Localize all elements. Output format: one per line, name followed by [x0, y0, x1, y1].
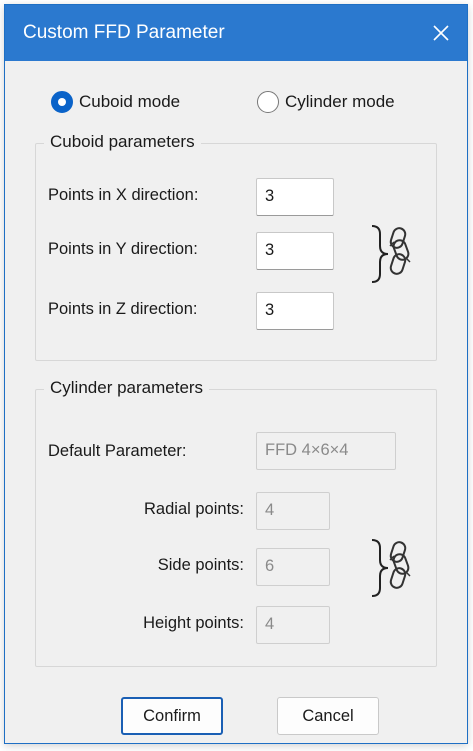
title-bar[interactable]: Custom FFD Parameter [5, 5, 467, 61]
cancel-button[interactable]: Cancel [277, 697, 379, 735]
cuboid-radio-indicator[interactable] [51, 91, 73, 113]
confirm-button[interactable]: Confirm [121, 697, 223, 735]
y-direction-input[interactable]: 3 [256, 232, 334, 270]
cylinder-radio-indicator[interactable] [257, 91, 279, 113]
z-direction-input[interactable]: 3 [256, 292, 334, 330]
cylinder-mode-radio[interactable]: Cylinder mode [257, 91, 395, 113]
cylinder-parameters-group: Cylinder parameters Default Parameter: F… [35, 378, 437, 667]
cylinder-group-title: Cylinder parameters [44, 378, 210, 398]
custom-ffd-dialog: Custom FFD Parameter Cuboid mode Cylinde… [4, 4, 468, 744]
height-points-label: Height points: [143, 614, 244, 632]
window-backdrop: Custom FFD Parameter Cuboid mode Cylinde… [0, 0, 473, 751]
radial-points-label: Radial points: [144, 500, 244, 518]
cuboid-mode-label: Cuboid mode [79, 92, 181, 111]
x-direction-input[interactable]: 3 [256, 178, 334, 216]
z-direction-label: Points in Z direction: [48, 300, 198, 318]
close-button[interactable] [415, 5, 467, 61]
radial-points-input[interactable]: 4 [256, 492, 330, 530]
chain-link-icon[interactable] [366, 222, 414, 286]
y-direction-label: Points in Y direction: [48, 240, 198, 258]
close-icon [433, 25, 449, 41]
side-points-label: Side points: [157, 556, 244, 574]
side-points-input[interactable]: 6 [256, 548, 330, 586]
cuboid-parameters-group: Cuboid parameters Points in X direction:… [35, 132, 437, 361]
cylinder-mode-label: Cylinder mode [285, 92, 395, 111]
dialog-title: Custom FFD Parameter [23, 22, 225, 43]
chain-link-icon[interactable] [366, 536, 414, 600]
cuboid-group-title: Cuboid parameters [44, 132, 201, 152]
default-parameter-label: Default Parameter: [48, 442, 187, 460]
x-direction-label: Points in X direction: [48, 186, 199, 204]
cuboid-mode-radio[interactable]: Cuboid mode [51, 91, 180, 113]
default-parameter-field: FFD 4×6×4 [256, 432, 396, 470]
height-points-input[interactable]: 4 [256, 606, 330, 644]
